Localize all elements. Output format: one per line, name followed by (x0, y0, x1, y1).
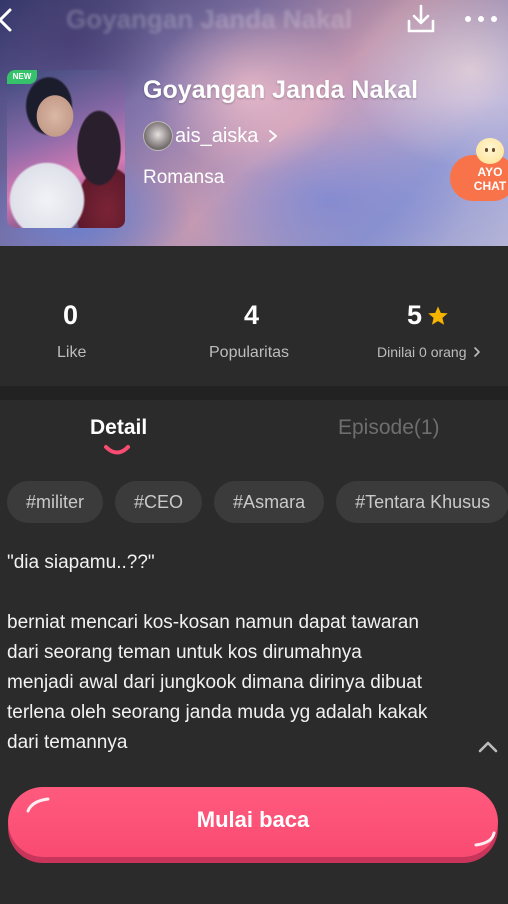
tag-chip[interactable]: #militer (7, 481, 104, 523)
book-cover-image[interactable] (7, 70, 125, 228)
detail-tabs: Detail Episode(1) (0, 400, 508, 466)
tag-chip[interactable]: #Asmara (214, 481, 325, 523)
synopsis-quote: "dia siapamu..??" (7, 552, 155, 573)
section-divider (0, 386, 508, 400)
rating-count-link[interactable]: Dinilai 0 orang (377, 344, 481, 360)
rating-summary: 5 (407, 300, 449, 331)
chevron-right-icon (473, 347, 480, 357)
chevron-up-icon[interactable] (476, 735, 500, 759)
start-reading-button[interactable]: Mulai baca (8, 787, 498, 857)
popularity-count: 4 (244, 300, 260, 330)
download-icon[interactable] (405, 3, 437, 35)
rating-value: 5 (407, 300, 423, 330)
ayo-chat-button[interactable]: AYO CHAT (450, 155, 508, 201)
chat-button-label: AYO CHAT (473, 165, 507, 193)
start-reading-label: Mulai baca (196, 807, 310, 832)
tag-chip[interactable]: #Tentara Khusus (336, 481, 508, 523)
mascot-icon (476, 138, 504, 164)
genre-label: Romansa (143, 167, 225, 188)
popularity-label: Popularitas (209, 344, 290, 361)
back-icon[interactable] (0, 6, 18, 34)
synopsis-line: dari seorang teman untuk kos dirumahnya (7, 642, 362, 663)
stats-panel: 0 Like 4 Popularitas 5 Dinilai 0 orang (0, 246, 508, 386)
chevron-right-icon (269, 130, 278, 142)
synopsis-line: terlena oleh seorang janda muda yg adala… (7, 702, 428, 723)
book-title: Goyangan Janda Nakal (143, 76, 419, 104)
tag-chip[interactable]: #CEO (115, 481, 203, 523)
synopsis-line: dari temannya (7, 732, 128, 753)
synopsis-line: berniat mencari kos-kosan namun dapat ta… (7, 612, 419, 633)
like-count: 0 (63, 300, 79, 330)
active-tab-indicator (104, 445, 130, 455)
like-label: Like (57, 344, 87, 361)
new-badge: NEW (7, 70, 37, 84)
tag-list: #militer #CEO #Asmara #Tentara Khusus (7, 481, 508, 523)
more-horizontal-icon[interactable] (463, 10, 499, 28)
synopsis: "dia siapamu..??" berniat mencari kos-ko… (7, 548, 477, 758)
synopsis-line: menjadi awal dari jungkook dimana diriny… (7, 672, 423, 693)
toolbar-title: Goyangan Janda Nakal (66, 4, 353, 34)
rating-count-label: Dinilai 0 orang (377, 344, 467, 360)
author-link[interactable]: ais_aiska (143, 121, 278, 151)
button-shine-decoration (474, 831, 496, 847)
book-header: Goyangan Janda Nakal NEW Goyangan Janda … (0, 0, 508, 246)
author-avatar (143, 121, 173, 151)
tab-episode[interactable]: Episode(1) (338, 416, 440, 440)
tab-detail[interactable]: Detail (90, 416, 147, 440)
star-icon (428, 305, 448, 325)
author-name: ais_aiska (175, 124, 259, 147)
